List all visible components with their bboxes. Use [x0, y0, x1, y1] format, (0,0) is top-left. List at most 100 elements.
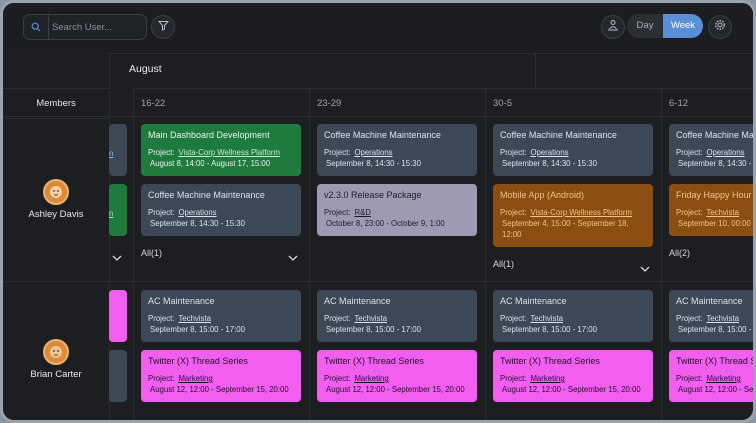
member-brian-carter[interactable]: Brian Carter — [3, 339, 109, 380]
show-all-link[interactable]: All(1) — [141, 248, 162, 258]
event-project: Project: Techvista — [676, 208, 753, 217]
members-header: Members — [3, 88, 109, 119]
event-project: Project: Techvista — [324, 314, 470, 323]
event-project: Project: Marketing — [148, 374, 294, 383]
project-link[interactable]: Techvista — [706, 314, 739, 323]
event-card[interactable]: Twitter (X) Thread Series Project:Market… — [493, 350, 653, 402]
event-dates: September 8, 15:00 - 17:00 — [326, 325, 421, 334]
event-card[interactable]: AC Maintenance Project: Techvista Septemb… — [141, 290, 301, 342]
week-view-button[interactable]: Week — [663, 14, 703, 38]
project-link[interactable]: Techvista — [178, 314, 211, 323]
project-label: Project: — [324, 314, 351, 323]
filter-button[interactable] — [151, 15, 175, 39]
project-link[interactable]: Techvista — [706, 208, 739, 217]
project-link[interactable]: R&D — [354, 208, 370, 217]
project-label: Project: — [324, 208, 351, 217]
project-label: Project: — [148, 314, 175, 323]
project-link[interactable]: Techvista — [530, 314, 563, 323]
schedule-grid: August 16-22 23-29 30-5 6-12 n n Main Da… — [109, 53, 753, 420]
event-title: Friday Happy Hour — [676, 190, 752, 200]
event-dates: September 8, 15:00 - 17:00 — [502, 325, 597, 334]
event-card[interactable]: Coffee Machine Maintenance Project:Opera… — [669, 124, 753, 176]
project-link[interactable]: n — [109, 209, 113, 218]
show-all-link[interactable]: All(1) — [493, 259, 514, 269]
project-link[interactable]: Techvista — [354, 314, 387, 323]
event-card[interactable]: AC Maintenance Project: Techvista Septemb… — [493, 290, 653, 342]
event-card[interactable]: Twitter (X) Thread Series Project:Market… — [317, 350, 477, 402]
toolbar: Day Week — [3, 3, 753, 54]
event-card-partial[interactable] — [109, 350, 127, 402]
event-card-partial[interactable]: n — [109, 184, 127, 236]
event-card-partial[interactable]: n — [109, 124, 127, 176]
project-label: Project: — [500, 314, 527, 323]
project-link[interactable]: n — [109, 149, 113, 158]
settings-button[interactable] — [708, 15, 732, 39]
month-header: August — [109, 53, 753, 88]
event-dates: October 8, 23:00 - October 9, 1:00 — [326, 219, 445, 228]
event-card[interactable]: Twitter (X) Thread Series Project:Market… — [141, 350, 301, 402]
project-link[interactable]: Marketing — [354, 374, 388, 383]
event-title: AC Maintenance — [676, 296, 743, 306]
project-label: Project: — [676, 208, 703, 217]
event-dates: September 8, 14:30 - 15:30 — [326, 159, 421, 168]
event-dates: September 8, 14:30 - 15:30 — [502, 159, 597, 168]
member-name: Ashley Davis — [28, 209, 84, 220]
event-card[interactable]: AC Maintenance Project: Techvista Septemb… — [669, 290, 753, 342]
event-project: Project: Marketing — [676, 374, 753, 383]
event-card[interactable]: Coffee Machine Maintenance Project:Opera… — [317, 124, 477, 176]
team-view-button[interactable] — [601, 15, 625, 39]
month-divider — [535, 53, 536, 88]
project-label: Project: — [148, 148, 175, 157]
search-input[interactable] — [52, 19, 140, 35]
event-title: v2.3.0 Release Package — [324, 190, 422, 200]
event-title: Coffee Machine Maintenance — [148, 190, 265, 200]
event-dates: September 8, 14:30 - 15:30 — [678, 159, 753, 168]
project-link[interactable]: Operations — [706, 148, 744, 157]
event-dates: August 12, 12:00 - September 15, 20:00 — [326, 385, 465, 394]
event-dates: September 8, 15:00 - 17:00 — [150, 325, 245, 334]
week-header-4: 6-12 — [661, 88, 753, 117]
project-link[interactable]: Operations — [178, 208, 216, 217]
event-dates: August 12, 12:00 - September 15, 20:00 — [150, 385, 289, 394]
event-dates: August 12, 12:00 - September 15, 20:00 — [678, 385, 753, 394]
project-link[interactable]: Vista-Corp Wellness Platform — [178, 148, 280, 157]
event-project: Project: Marketing — [500, 374, 646, 383]
member-ashley-davis[interactable]: Ashley Davis — [3, 179, 109, 220]
search-icon — [24, 15, 49, 39]
event-project: Project: Operations — [500, 148, 646, 157]
event-title: AC Maintenance — [500, 296, 567, 306]
project-link[interactable]: Operations — [530, 148, 568, 157]
event-project: Project: Techvista — [500, 314, 646, 323]
project-label: Project: — [500, 374, 527, 383]
event-dates: August 8, 14:00 - August 17, 15:00 — [150, 159, 271, 168]
gear-icon — [714, 18, 726, 36]
event-card[interactable]: AC Maintenance Project: Techvista Septemb… — [317, 290, 477, 342]
event-card[interactable]: Coffee Machine Maintenance Project:Opera… — [141, 184, 301, 236]
project-link[interactable]: Vista-Corp Wellness Platform — [530, 208, 632, 217]
event-title: Coffee Machine Maintenance — [676, 130, 753, 140]
event-dates: September 4, 15:00 - September 18, 12:00 — [502, 219, 629, 239]
event-card[interactable]: Mobile App (Android) Project: Vista-Corp … — [493, 184, 653, 247]
project-link[interactable]: Marketing — [706, 374, 740, 383]
project-link[interactable]: Marketing — [530, 374, 564, 383]
column-divider — [485, 117, 486, 420]
project-link[interactable]: Operations — [354, 148, 392, 157]
event-card[interactable]: Friday Happy Hour Project: Techvista Sept… — [669, 184, 753, 236]
event-card[interactable]: Coffee Machine Maintenance Project:Opera… — [493, 124, 653, 176]
project-link[interactable]: Marketing — [178, 374, 212, 383]
event-project: Project: Operations — [148, 208, 294, 217]
chevron-down-icon[interactable] — [112, 249, 122, 261]
show-all-link[interactable]: All(2) — [669, 248, 690, 258]
day-view-button[interactable]: Day — [627, 14, 663, 38]
event-card[interactable]: v2.3.0 Release Package Project: R&D Octob… — [317, 184, 477, 236]
event-card-partial[interactable] — [109, 290, 127, 342]
event-card[interactable]: Twitter (X) Thread Series Project:Market… — [669, 350, 753, 402]
chevron-down-icon[interactable] — [288, 249, 298, 261]
event-card[interactable]: Main Dashboard Development Project: Vista… — [141, 124, 301, 176]
column-divider — [309, 117, 310, 420]
event-title: AC Maintenance — [148, 296, 215, 306]
event-title: Twitter (X) Thread Series — [500, 356, 600, 366]
member-name: Brian Carter — [30, 369, 82, 380]
chevron-down-icon[interactable] — [640, 260, 650, 272]
search-box[interactable] — [23, 14, 147, 40]
